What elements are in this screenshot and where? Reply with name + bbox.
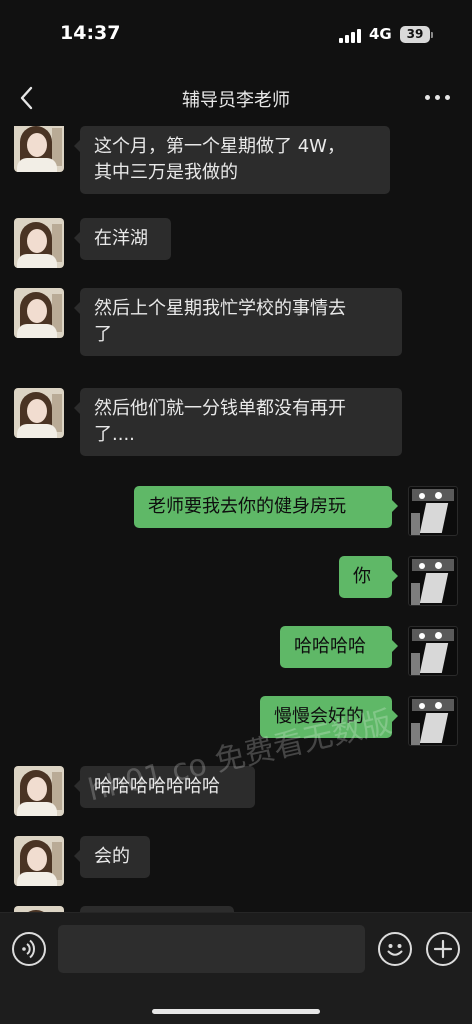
battery-icon: 39 [400,26,430,43]
message-list[interactable]: 这个月，第一个星期做了 4W， 其中三万是我做的 在洋湖 然后上个星期我忙学校的… [0,126,472,912]
status-time: 14:37 [60,22,121,44]
more-dots-icon[interactable] [425,94,451,102]
message-bubble-incoming[interactable]: 这个月，第一个星期做了 4W， 其中三万是我做的 [74,126,390,194]
contact-avatar[interactable] [14,388,64,438]
message-bubble-incoming[interactable]: 哈哈哈哈哈哈哈 [74,766,255,808]
message-bubble-incoming[interactable]: 然后上个星期我忙学校的事情去 了 [74,288,402,356]
contact-avatar[interactable] [14,218,64,268]
message-bubble-incoming[interactable]: 然后他们就一分钱单都没有再开 了.... [74,388,402,456]
my-avatar[interactable] [408,556,458,606]
message-bubble-outgoing[interactable]: 你 [339,556,398,598]
home-indicator [152,1009,320,1014]
plus-icon[interactable] [426,932,460,966]
status-bar: 14:37 4G 39 [0,0,472,70]
chat-title: 辅导员李老师 [182,90,290,111]
contact-avatar[interactable] [14,288,64,338]
emoji-icon[interactable] [378,932,412,966]
message-bubble-outgoing[interactable]: 慢慢会好的 [260,696,398,738]
message-bubble-outgoing[interactable]: 哈哈哈哈 [280,626,398,668]
message-bubble-incoming[interactable]: 在洋湖 [74,218,171,260]
my-avatar[interactable] [408,486,458,536]
contact-avatar[interactable] [14,836,64,886]
voice-icon[interactable] [12,932,46,966]
contact-avatar[interactable] [14,126,64,172]
message-bubble-outgoing[interactable]: 老师要我去你的健身房玩 [134,486,398,528]
my-avatar[interactable] [408,696,458,746]
message-input[interactable] [58,925,365,973]
message-bubble-incoming[interactable]: 会的 [74,836,150,878]
chat-header: 辅导员李老师 [0,70,472,126]
my-avatar[interactable] [408,626,458,676]
network-type: 4G [369,25,392,43]
battery-tip [431,32,433,38]
signal-icon [339,27,363,43]
input-bar [0,912,472,1024]
contact-avatar[interactable] [14,766,64,816]
